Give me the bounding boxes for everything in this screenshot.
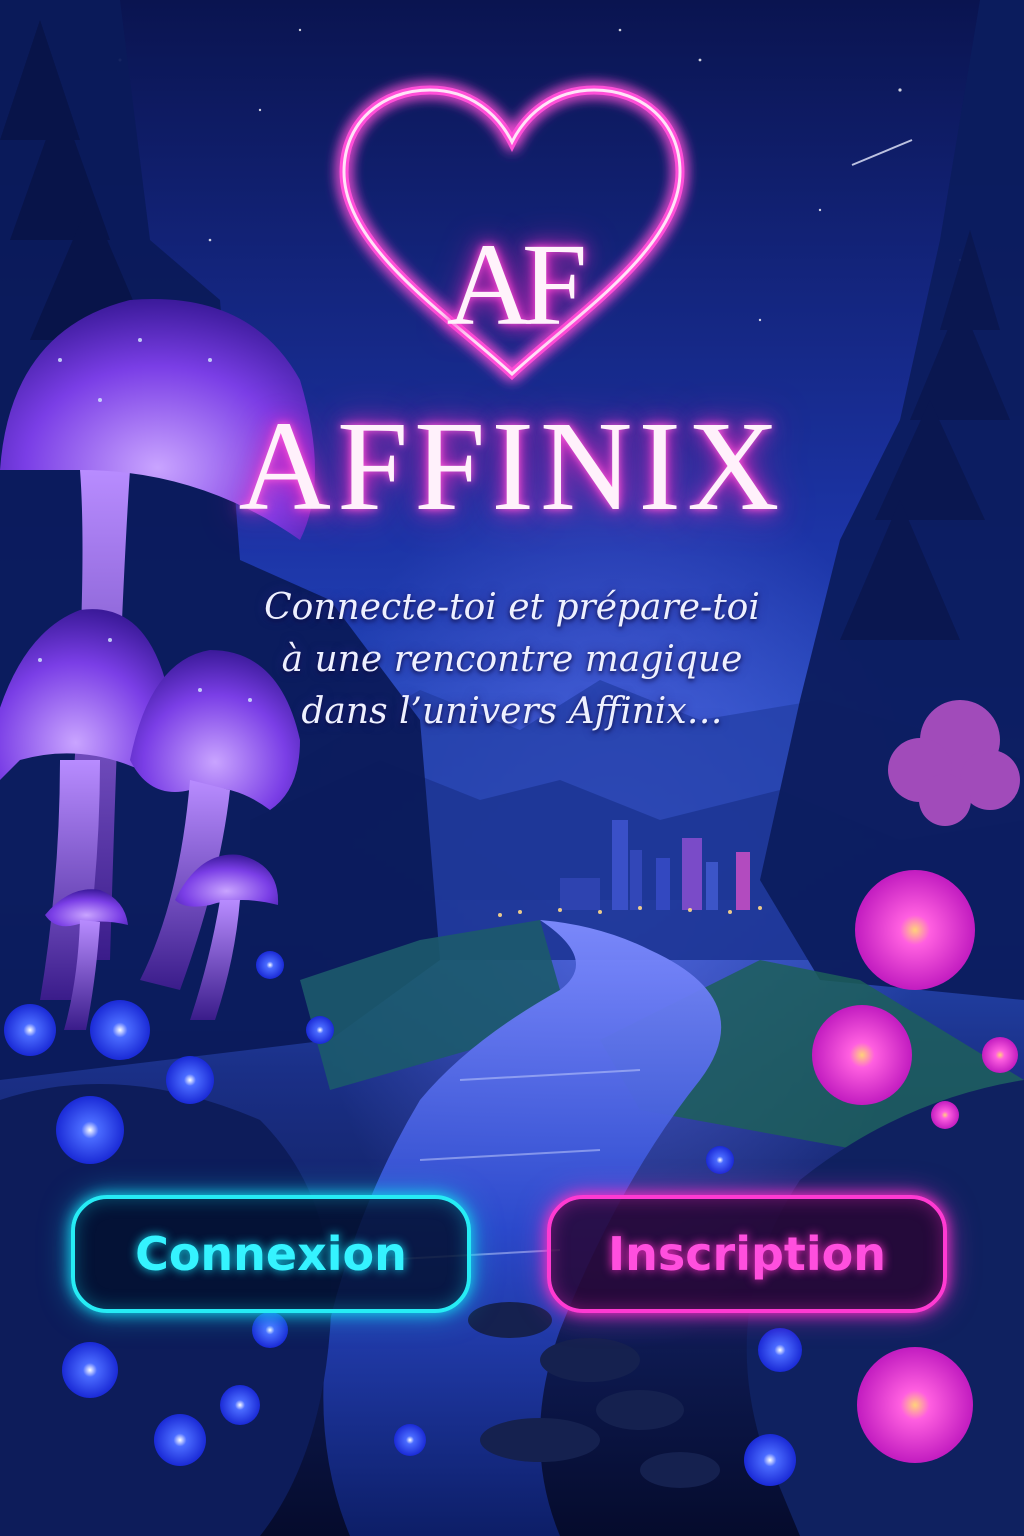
welcome-screen: AF AFFINIX Connecte-toi et prépare-toi à… xyxy=(0,0,1024,1536)
tagline-line-3: dans l’univers Affinix… xyxy=(301,691,723,732)
signup-button[interactable]: Inscription xyxy=(547,1195,947,1313)
brand-title: AFFINIX xyxy=(238,395,786,537)
login-button-label: Connexion xyxy=(135,1227,407,1281)
logo-monogram: AF xyxy=(446,219,588,350)
tagline-line-1: Connecte-toi et prépare-toi xyxy=(264,587,760,628)
login-button[interactable]: Connexion xyxy=(71,1195,471,1313)
tagline: Connecte-toi et prépare-toi à une rencon… xyxy=(232,582,792,738)
tagline-line-2: à une rencontre magique xyxy=(281,639,743,680)
brand-logo: AF xyxy=(332,78,692,388)
signup-button-label: Inscription xyxy=(608,1227,886,1281)
